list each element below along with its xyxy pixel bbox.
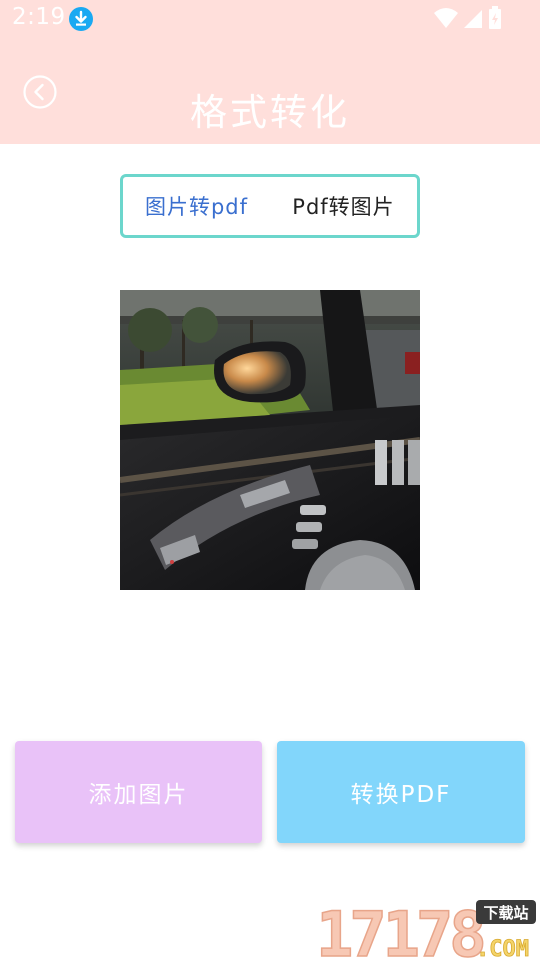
watermark-brand: 17178 <box>316 898 483 960</box>
mode-switch: 图片转pdf Pdf转图片 <box>120 174 420 238</box>
status-bar: 2:19 <box>0 0 540 38</box>
17178-watermark-logo: 17178 .COM 下载站 <box>315 898 536 960</box>
convert-pdf-button[interactable]: 转换PDF <box>277 741 525 843</box>
add-image-button[interactable]: 添加图片 <box>15 741 262 843</box>
battery-icon <box>489 6 501 29</box>
app-header: 格式转化 <box>0 38 540 144</box>
signal-icon <box>464 10 482 28</box>
status-time: 2:19 <box>12 4 66 30</box>
download-notification-icon <box>69 7 93 31</box>
status-icons <box>434 6 502 30</box>
car-interior-photo <box>120 290 420 590</box>
page-title: 格式转化 <box>190 91 350 134</box>
watermark-tag: 下载站 <box>483 904 528 922</box>
tab-pdf-to-image[interactable]: Pdf转图片 <box>270 177 417 235</box>
image-preview <box>120 290 420 590</box>
wifi-icon <box>434 8 458 28</box>
watermark-suffix: .COM <box>476 937 529 960</box>
tab-image-to-pdf[interactable]: 图片转pdf <box>123 177 270 235</box>
